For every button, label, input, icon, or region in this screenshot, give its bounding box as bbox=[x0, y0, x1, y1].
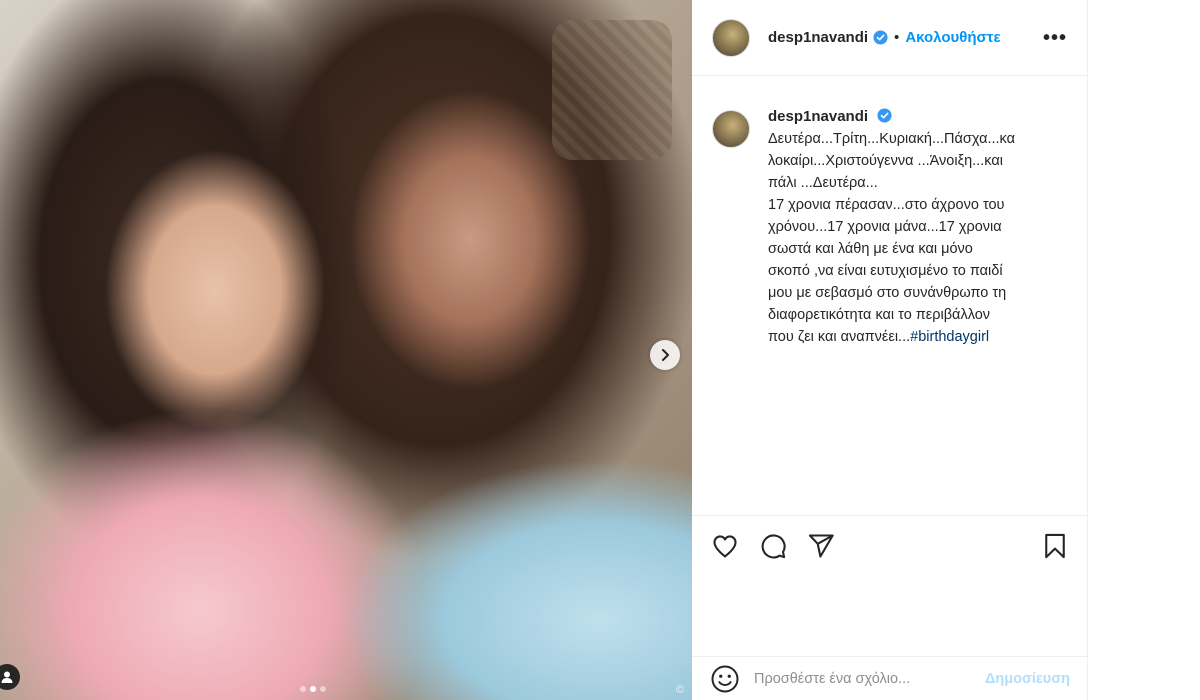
share-icon bbox=[808, 533, 834, 558]
bookmark-icon bbox=[1045, 533, 1065, 558]
share-button[interactable] bbox=[806, 531, 836, 561]
caption-body: desp1navandi Δευτέρα...Τρίτη...Κυριακή..… bbox=[768, 106, 1067, 514]
comment-icon bbox=[761, 533, 786, 558]
carousel-dot-active bbox=[310, 686, 316, 692]
comment-input[interactable] bbox=[754, 670, 964, 687]
caption-text: Δευτέρα...Τρίτη...Κυριακή...Πάσχα...κα λ… bbox=[768, 131, 1015, 345]
like-button[interactable] bbox=[710, 531, 740, 561]
more-options-button[interactable]: ••• bbox=[1043, 28, 1067, 48]
verified-badge-icon bbox=[873, 30, 888, 45]
post-header: desp1navandi • Ακολουθήστε ••• bbox=[692, 0, 1087, 76]
header-separator: • bbox=[894, 29, 900, 46]
post-caption: desp1navandi Δευτέρα...Τρίτη...Κυριακή..… bbox=[692, 76, 1087, 514]
hashtag-link[interactable]: #birthdaygirl bbox=[910, 329, 989, 345]
post-comment-button[interactable]: Δημοσίευση bbox=[985, 671, 1070, 687]
carousel-dot bbox=[300, 686, 306, 692]
verified-badge-icon bbox=[877, 108, 892, 123]
post-side-panel: desp1navandi • Ακολουθήστε ••• desp1nava… bbox=[692, 0, 1088, 700]
avatar[interactable] bbox=[712, 110, 750, 148]
carousel-next-button[interactable] bbox=[650, 340, 680, 370]
action-bar bbox=[692, 515, 1088, 575]
chevron-right-icon bbox=[662, 349, 669, 361]
emoji-icon[interactable] bbox=[710, 664, 740, 694]
instagram-post-view: © desp1navandi • Ακολουθήστε ••• desp1na… bbox=[0, 0, 1200, 700]
heart-icon bbox=[713, 534, 737, 558]
comment-button[interactable] bbox=[758, 531, 788, 561]
comment-bar: Δημοσίευση bbox=[692, 656, 1088, 700]
post-photo[interactable]: © bbox=[0, 0, 692, 700]
carousel-dot bbox=[320, 686, 326, 692]
avatar[interactable] bbox=[712, 18, 750, 57]
caption-username-link[interactable]: desp1navandi bbox=[768, 108, 868, 125]
save-button[interactable] bbox=[1040, 531, 1070, 561]
user-icon bbox=[1, 671, 13, 683]
photo-background-detail bbox=[552, 20, 672, 160]
carousel-dots bbox=[300, 686, 326, 692]
username-link[interactable]: desp1navandi bbox=[768, 29, 868, 46]
copyright-mark: © bbox=[676, 684, 685, 696]
follow-button[interactable]: Ακολουθήστε bbox=[905, 29, 1000, 46]
tagged-users-button[interactable] bbox=[0, 664, 20, 690]
